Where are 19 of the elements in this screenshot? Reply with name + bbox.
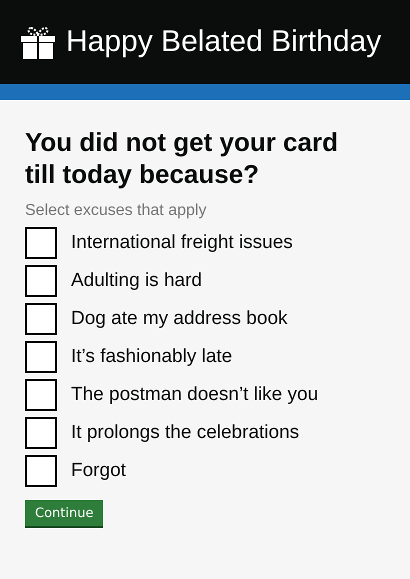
checkbox-label[interactable]: The postman doesn’t like you: [71, 384, 318, 406]
hint-text: Select excuses that apply: [25, 202, 208, 220]
checkbox[interactable]: [25, 455, 57, 487]
checkbox-label[interactable]: It’s fashionably late: [71, 346, 232, 368]
checkbox-label[interactable]: It prolongs the celebrations: [71, 422, 300, 444]
checkbox-label[interactable]: Adulting is hard: [71, 270, 202, 292]
checkbox[interactable]: [25, 379, 57, 411]
checkbox-label[interactable]: Dog ate my address book: [71, 308, 288, 330]
question-heading: You did not get your card till today because?: [25, 126, 339, 190]
gift-icon: [20, 24, 56, 60]
checkbox[interactable]: [25, 341, 57, 373]
checkbox[interactable]: [25, 303, 57, 335]
checkbox-label[interactable]: International freight issues: [71, 232, 293, 254]
checkbox[interactable]: [25, 417, 57, 449]
site-title: Happy Belated Birthday: [66, 25, 382, 59]
continue-button[interactable]: Continue: [25, 500, 104, 528]
checkbox[interactable]: [25, 227, 57, 259]
checkbox-label[interactable]: Forgot: [71, 460, 126, 482]
checkbox[interactable]: [25, 265, 57, 297]
